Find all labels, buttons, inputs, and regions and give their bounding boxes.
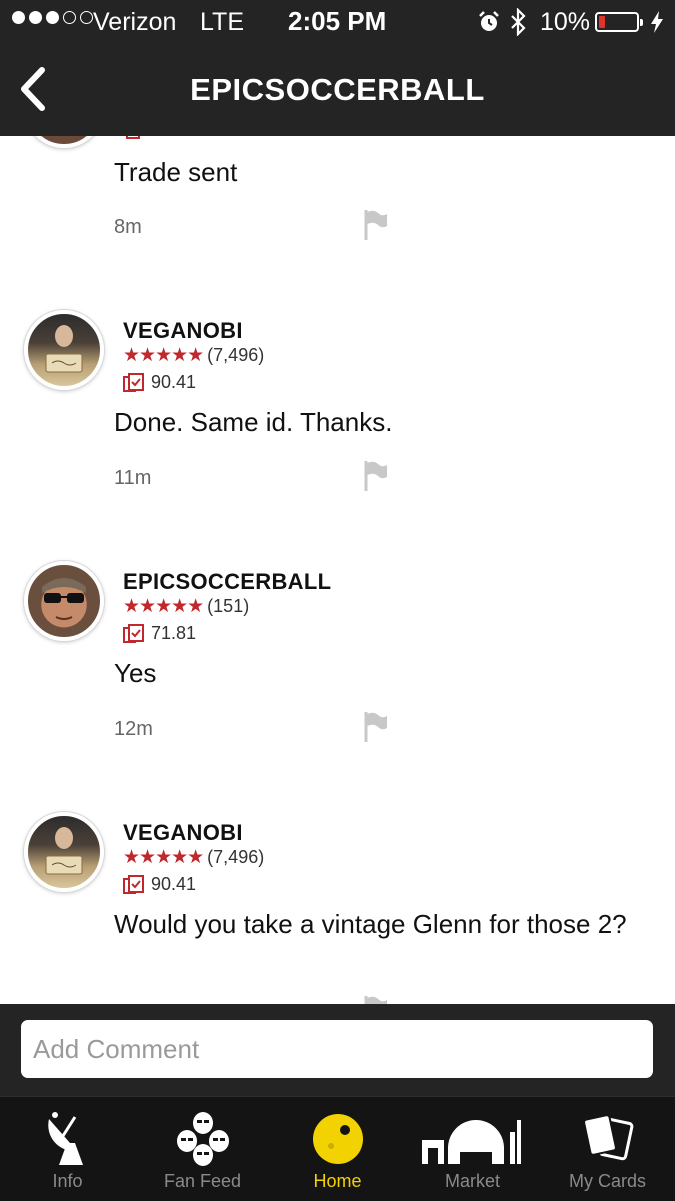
flag-icon[interactable]: [364, 461, 388, 491]
add-comment-input[interactable]: [21, 1020, 653, 1078]
tab-label: Market: [444, 1171, 500, 1191]
user-rating: ★★★★★ (7,496): [123, 846, 264, 869]
score-value: 90.41: [151, 372, 197, 392]
comment-time: 11m: [114, 467, 152, 489]
rating-count: (7,496): [207, 847, 265, 867]
stormtroopers-icon: [135, 1109, 270, 1169]
tab-fan-feed[interactable]: Fan Feed: [135, 1097, 270, 1201]
satellite-dish-icon: [0, 1109, 135, 1169]
rating-count: (7,496): [207, 345, 265, 365]
comment-username[interactable]: VEGANOBI: [123, 820, 243, 846]
tab-info[interactable]: Info: [0, 1097, 135, 1201]
flag-icon[interactable]: [364, 712, 388, 742]
collection-score-icon: [126, 136, 140, 139]
rating-stars: ★★★★★: [123, 596, 204, 617]
alarm-icon: [477, 10, 501, 41]
score-value: 90.41: [151, 874, 197, 894]
battery-percent: 10%: [540, 8, 591, 36]
collection-score: 71.81: [123, 623, 196, 644]
tab-home[interactable]: Home: [270, 1097, 405, 1201]
comment-text: Trade sent: [114, 157, 238, 187]
comment-time: 8m: [114, 216, 142, 238]
avatar[interactable]: [24, 561, 104, 641]
tab-label: Fan Feed: [163, 1171, 242, 1191]
comment-text: Done. Same id. Thanks.: [114, 407, 393, 437]
top-bar: Verizon LTE 2:05 PM 10% EPICSOCCERBALL: [0, 0, 675, 136]
collection-score: 90.41: [123, 372, 196, 393]
flag-icon[interactable]: [364, 996, 388, 1004]
tab-label: Info: [52, 1171, 83, 1191]
collection-score-icon: [123, 874, 144, 894]
comment-list[interactable]: Trade sent 8m VEGANOBI ★★★★★ (7,496) 90.…: [0, 136, 675, 1004]
status-bar: Verizon LTE 2:05 PM 10%: [0, 0, 675, 44]
charging-bolt-icon: [650, 10, 664, 41]
comment-composer: [0, 1004, 675, 1096]
rating-stars: ★★★★★: [123, 847, 204, 868]
user-rating: ★★★★★ (7,496): [123, 344, 264, 367]
collection-score: 90.41: [123, 874, 196, 895]
bluetooth-icon: [508, 7, 528, 43]
comment-time: 12m: [114, 718, 153, 740]
collection-score-icon: [123, 372, 144, 392]
flag-icon[interactable]: [364, 210, 388, 240]
comment-text: Would you take a vintage Glenn for those…: [114, 909, 627, 939]
cards-icon: [540, 1109, 675, 1169]
network-type: LTE: [200, 8, 244, 36]
tab-my-cards[interactable]: My Cards: [540, 1097, 675, 1201]
avatar[interactable]: [24, 136, 104, 148]
avatar[interactable]: [24, 812, 104, 892]
tab-label: My Cards: [568, 1171, 646, 1191]
avatar[interactable]: [24, 310, 104, 390]
home-planet-icon: [270, 1109, 405, 1169]
user-rating: ★★★★★ (151): [123, 595, 249, 618]
carrier-name: Verizon: [93, 8, 177, 36]
tab-label: Home: [313, 1171, 362, 1191]
signal-strength-icon: [12, 11, 93, 24]
tab-bar: Info Fan Feed Home Market My Cards: [0, 1096, 675, 1201]
status-time: 2:05 PM: [288, 6, 387, 36]
comment-username[interactable]: EPICSOCCERBALL: [123, 569, 331, 595]
comment-text: Yes: [114, 658, 157, 688]
collection-score-icon: [123, 623, 144, 643]
battery-icon: [595, 12, 643, 32]
rating-count: (151): [207, 596, 250, 616]
tab-market[interactable]: Market: [405, 1097, 540, 1201]
comment-username[interactable]: VEGANOBI: [123, 318, 243, 344]
score-value: 71.81: [151, 623, 197, 643]
market-dome-icon: [405, 1109, 540, 1169]
page-title: EPICSOCCERBALL: [190, 72, 485, 107]
rating-stars: ★★★★★: [123, 345, 204, 366]
